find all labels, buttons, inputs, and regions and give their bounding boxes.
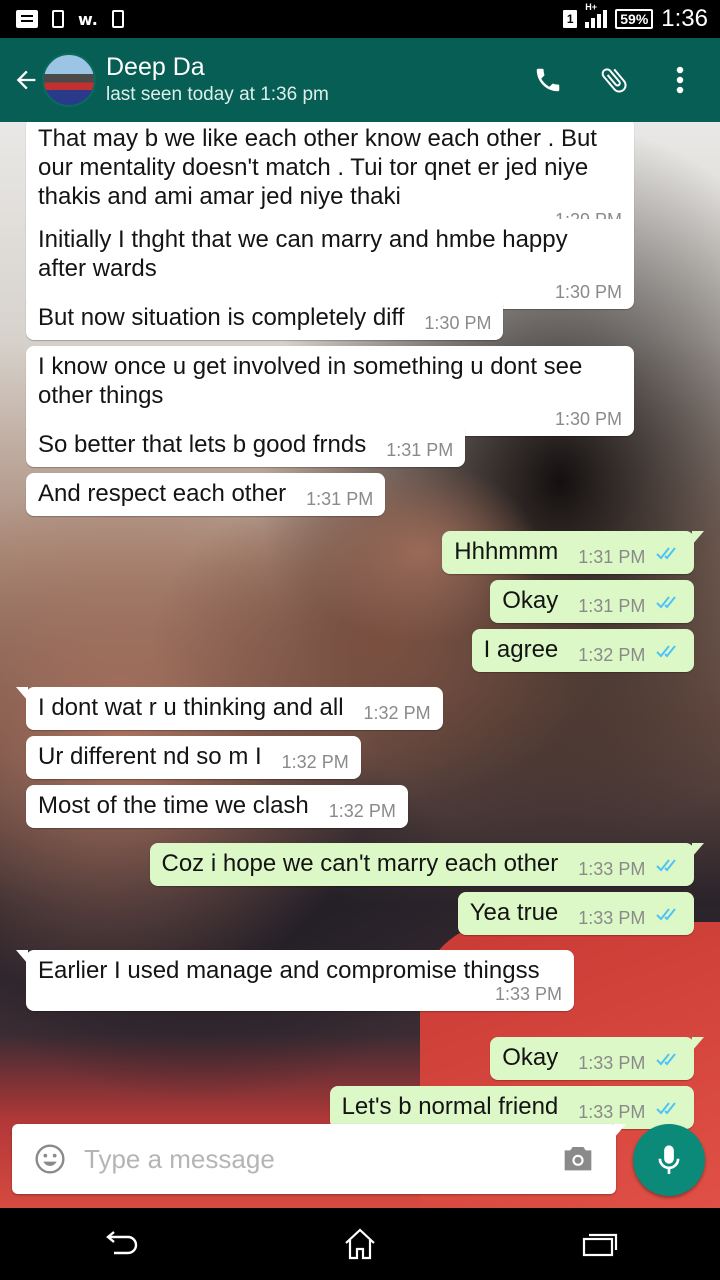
message-bubble[interactable]: Ur different nd so m I 1:32 PM — [26, 736, 361, 779]
read-receipt-icon — [656, 1102, 676, 1115]
home-icon — [345, 1228, 375, 1260]
message-text: Most of the time we clash — [38, 792, 309, 819]
message-bubble[interactable]: I agree 1:32 PM — [471, 629, 694, 672]
back-button[interactable] — [6, 60, 46, 100]
chat-area[interactable]: That may b we like each other know each … — [0, 122, 720, 1208]
device-icon — [111, 10, 124, 28]
emoji-icon — [35, 1144, 65, 1174]
camera-button[interactable] — [558, 1139, 598, 1179]
message-time: 1:31 PM — [578, 596, 646, 616]
message-bubble[interactable]: Earlier I used manage and compromise thi… — [16, 950, 574, 1011]
message-time: 1:32 PM — [281, 752, 349, 772]
walkman-icon: w. — [78, 10, 98, 29]
contact-info[interactable]: Deep Da last seen today at 1:36 pm — [106, 52, 530, 108]
message-time: 1:32 PM — [363, 703, 431, 723]
more-vert-icon — [676, 66, 684, 94]
message-bubble[interactable]: Let's b normal friend 1:33 PM — [329, 1086, 694, 1129]
network-type: H+ — [585, 2, 598, 12]
emoji-button[interactable] — [30, 1139, 70, 1179]
more-options-button[interactable] — [662, 62, 698, 98]
message-composer — [12, 1124, 626, 1194]
message-bubble[interactable]: But now situation is completely diff 1:30… — [26, 297, 504, 340]
message-bubble[interactable]: So better that lets b good frnds 1:31 PM — [26, 424, 466, 467]
nav-home-button[interactable] — [330, 1219, 390, 1269]
message-time: 1:30 PM — [424, 313, 492, 333]
contact-name: Deep Da — [106, 53, 205, 81]
voice-record-button[interactable] — [633, 1124, 705, 1196]
camera-icon — [564, 1147, 592, 1171]
message-time: 1:31 PM — [306, 489, 374, 509]
message-time: 1:31 PM — [578, 547, 646, 567]
read-receipt-icon — [656, 1053, 676, 1066]
back-icon — [106, 1231, 138, 1255]
message-text: Initially I thght that we can marry and … — [38, 226, 568, 282]
message-text: But now situation is completely diff — [38, 304, 405, 331]
last-seen-status: last seen today at 1:36 pm — [106, 84, 329, 105]
message-bubble[interactable]: Hhhmmm 1:31 PM — [442, 531, 704, 574]
message-text: Let's b normal friend — [341, 1093, 559, 1120]
paperclip-icon — [601, 68, 627, 93]
message-text: Coz i hope we can't marry each other — [161, 850, 559, 877]
message-text: I dont wat r u thinking and all — [38, 694, 344, 721]
system-navigation-bar — [0, 1208, 720, 1280]
read-receipt-icon — [656, 859, 676, 872]
message-notification-icon — [16, 10, 38, 28]
message-bubble[interactable]: And respect each other 1:31 PM — [26, 473, 386, 516]
message-time: 1:33 PM — [578, 1053, 646, 1073]
message-bubble[interactable]: Initially I thght that we can marry and … — [26, 219, 634, 309]
microphone-icon — [658, 1145, 680, 1174]
read-receipt-icon — [656, 547, 676, 560]
message-bubble[interactable]: Yea true 1:33 PM — [457, 892, 694, 935]
message-time: 1:32 PM — [328, 801, 396, 821]
message-time: 1:33 PM — [578, 859, 646, 879]
sim-indicator: 1 — [563, 10, 578, 28]
phone-notification-icon — [52, 10, 64, 28]
message-text: Hhhmmm — [454, 538, 559, 565]
phone-icon — [536, 68, 560, 92]
contact-avatar[interactable] — [42, 53, 96, 107]
message-bubble[interactable]: I dont wat r u thinking and all 1:32 PM — [16, 687, 443, 730]
message-bubble[interactable]: Okay 1:31 PM — [490, 580, 694, 623]
message-text: And respect each other — [38, 480, 287, 507]
message-time: 1:33 PM — [494, 984, 562, 1004]
message-bubble[interactable]: Okay 1:33 PM — [490, 1037, 704, 1080]
message-input[interactable] — [84, 1143, 558, 1175]
message-text: Okay — [502, 587, 559, 614]
attach-button[interactable] — [596, 62, 632, 98]
clock: 1:36 — [661, 5, 708, 32]
recents-icon — [582, 1233, 618, 1257]
message-time: 1:33 PM — [578, 1102, 646, 1122]
message-text: Ur different nd so m I — [38, 743, 262, 770]
message-time: 1:31 PM — [386, 440, 454, 460]
read-receipt-icon — [656, 908, 676, 921]
message-bubble[interactable]: Most of the time we clash 1:32 PM — [26, 785, 408, 828]
message-time: 1:32 PM — [578, 645, 646, 665]
message-time: 1:33 PM — [578, 908, 646, 928]
arrow-left-icon — [16, 70, 36, 90]
message-text: Okay — [502, 1044, 559, 1071]
message-text: So better that lets b good frnds — [38, 431, 367, 458]
read-receipt-icon — [656, 596, 676, 609]
signal-icon: H+ — [585, 2, 608, 28]
message-text: Earlier I used manage and compromise thi… — [38, 957, 540, 984]
message-text: I agree — [483, 636, 559, 663]
message-text: That may b we like each other know each … — [38, 125, 597, 210]
nav-back-button[interactable] — [90, 1219, 150, 1269]
call-button[interactable] — [530, 62, 566, 98]
read-receipt-icon — [656, 645, 676, 658]
message-text: Yea true — [469, 899, 559, 926]
message-bubble[interactable]: I know once u get involved in something … — [26, 346, 634, 436]
status-bar: w. 1 H+ 59% 1:36 — [0, 0, 720, 38]
battery-indicator: 59% — [615, 9, 654, 29]
message-text: I know once u get involved in something … — [38, 353, 583, 409]
message-bubble[interactable]: Coz i hope we can't marry each other 1:33… — [149, 843, 704, 886]
chat-header: Deep Da last seen today at 1:36 pm — [0, 38, 720, 122]
nav-recents-button[interactable] — [570, 1219, 630, 1269]
